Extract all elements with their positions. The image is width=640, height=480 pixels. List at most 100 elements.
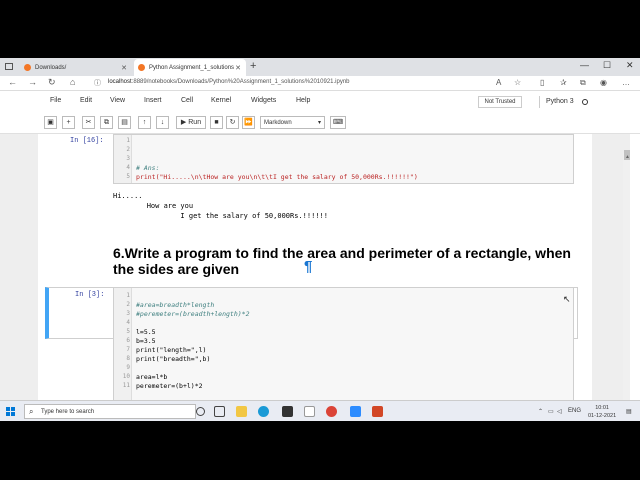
- cell-prompt: In [16]:: [70, 137, 104, 145]
- line-number: 1: [126, 137, 130, 144]
- info-icon[interactable]: ⓘ: [94, 78, 101, 88]
- move-up-icon[interactable]: ↑: [138, 116, 151, 129]
- url-input[interactable]: localhost:8889/notebooks/Downloads/Pytho…: [108, 79, 350, 85]
- close-window-icon[interactable]: ✕: [626, 60, 634, 71]
- line-number: 11: [122, 382, 130, 389]
- menu-insert[interactable]: Insert: [144, 97, 162, 104]
- forward-icon[interactable]: →: [28, 77, 37, 87]
- menu-cell[interactable]: Cell: [181, 97, 193, 104]
- close-icon[interactable]: ✕: [235, 64, 241, 72]
- browser-tab-bar: Downloads/ ✕ Python Assignment_1_solutio…: [0, 58, 640, 76]
- profile-icon[interactable]: ◉: [600, 78, 607, 87]
- code-line: b=3.5: [136, 337, 156, 345]
- zoom-icon[interactable]: [350, 406, 361, 417]
- cut-icon[interactable]: ✂: [82, 116, 95, 129]
- powerpoint-icon[interactable]: [372, 406, 383, 417]
- more-icon[interactable]: …: [622, 78, 630, 87]
- taskbar-search-input[interactable]: ⌕ Type here to search: [24, 404, 196, 419]
- restart-run-icon[interactable]: ⏩: [242, 116, 255, 129]
- markdown-heading: 6.Write a program to find the area and p…: [113, 245, 571, 277]
- screen: Downloads/ ✕ Python Assignment_1_solutio…: [0, 58, 640, 421]
- line-number: 2: [126, 301, 130, 308]
- code-line: print("length=",l): [136, 346, 207, 354]
- menu-edit[interactable]: Edit: [80, 97, 92, 104]
- code-line: area=l*b: [136, 373, 168, 381]
- insert-cell-icon[interactable]: +: [62, 116, 75, 129]
- kernel-name[interactable]: Python 3: [546, 98, 574, 105]
- stop-icon[interactable]: ■: [210, 116, 223, 129]
- scroll-up-icon[interactable]: ▲: [625, 154, 630, 160]
- close-icon[interactable]: ✕: [121, 64, 127, 72]
- line-number: 5: [126, 173, 130, 180]
- network-icon[interactable]: ▭: [548, 408, 554, 415]
- command-palette-icon[interactable]: ⌨: [330, 116, 346, 129]
- kernel-status-icon: [582, 99, 588, 105]
- cell-type-select[interactable]: Markdown ▾: [260, 116, 325, 129]
- volume-icon[interactable]: ◁: [557, 408, 562, 415]
- edge-icon[interactable]: [258, 406, 269, 417]
- language-indicator[interactable]: ENG: [568, 408, 581, 414]
- line-number: 7: [126, 346, 130, 353]
- chrome-icon[interactable]: [326, 406, 337, 417]
- jupyter-favicon-icon: [138, 64, 145, 71]
- notifications-icon[interactable]: ▤: [626, 408, 632, 415]
- back-icon[interactable]: ←: [8, 77, 17, 87]
- file-explorer-icon[interactable]: [236, 406, 247, 417]
- paste-icon[interactable]: ▤: [118, 116, 131, 129]
- code-line: #peremeter=(breadth+length)*2: [136, 310, 250, 318]
- menu-help[interactable]: Help: [296, 97, 310, 104]
- tab-downloads[interactable]: Downloads/ ✕: [20, 59, 132, 76]
- menu-widgets[interactable]: Widgets: [251, 97, 276, 104]
- refresh-icon[interactable]: ↻: [48, 77, 56, 88]
- menu-view[interactable]: View: [110, 97, 125, 104]
- line-number: 2: [126, 146, 130, 153]
- chevron-down-icon: ▾: [317, 120, 321, 126]
- windows-start-icon[interactable]: [6, 407, 16, 417]
- search-placeholder: Type here to search: [41, 409, 95, 415]
- copy-icon[interactable]: ⧉: [100, 116, 113, 129]
- store-icon[interactable]: [282, 406, 293, 417]
- cortana-icon[interactable]: [196, 407, 205, 416]
- restart-icon[interactable]: ↻: [226, 116, 239, 129]
- move-down-icon[interactable]: ↓: [156, 116, 169, 129]
- save-icon[interactable]: ▣: [44, 116, 57, 129]
- line-number: 3: [126, 155, 130, 162]
- anchor-link-icon[interactable]: ¶: [304, 258, 312, 275]
- minimize-icon[interactable]: —: [580, 60, 589, 70]
- tab-notebook[interactable]: Python Assignment_1_solutions ✕: [134, 59, 246, 76]
- new-tab-icon[interactable]: +: [250, 60, 256, 72]
- favorite-icon[interactable]: ☆: [514, 78, 521, 87]
- code-line: print("Hi.....\n\tHow are you\n\t\tI get…: [136, 173, 418, 181]
- favorites-bar-icon[interactable]: ✰: [560, 78, 567, 87]
- url-path: :8889/notebooks/Downloads/Python%20Assig…: [131, 79, 350, 85]
- code-cell-16[interactable]: 1 2 3 4 5 # Ans: print("Hi.....\n\tHow a…: [113, 134, 574, 184]
- code-line: print("breadth=",b): [136, 355, 211, 363]
- tray-chevron-icon[interactable]: ⌃: [538, 408, 543, 415]
- run-button[interactable]: ▶ Run: [176, 116, 206, 129]
- code-line: peremeter=(b+l)*2: [136, 382, 203, 390]
- vertical-scrollbar[interactable]: [623, 153, 630, 421]
- code-line: l=5.5: [136, 328, 156, 336]
- read-aloud-icon[interactable]: A: [496, 78, 501, 87]
- menu-kernel[interactable]: Kernel: [211, 97, 231, 104]
- search-icon: ⌕: [29, 407, 34, 416]
- task-view-icon[interactable]: [214, 406, 225, 417]
- line-number: 8: [126, 355, 130, 362]
- menu-file[interactable]: File: [50, 97, 61, 104]
- cell-type-value: Markdown: [264, 120, 292, 126]
- tab-actions-icon[interactable]: [5, 63, 13, 70]
- code-line: # Ans:: [136, 164, 160, 172]
- home-icon[interactable]: ⌂: [70, 77, 75, 87]
- collections-icon[interactable]: ⧉: [580, 78, 586, 88]
- address-bar: ← → ↻ ⌂ ⓘ localhost:8889/notebooks/Downl…: [0, 76, 640, 91]
- clock-date: 01-12-2021: [588, 413, 617, 419]
- line-number: 6: [126, 337, 130, 344]
- clock[interactable]: 10:01 01-12-2021: [588, 404, 616, 420]
- split-screen-icon[interactable]: ▯: [540, 78, 544, 87]
- line-number: 9: [126, 364, 130, 371]
- clock-time: 10:01: [595, 405, 609, 411]
- trust-status-button[interactable]: Not Trusted: [478, 96, 522, 108]
- tab-label: Python Assignment_1_solutions: [149, 64, 235, 71]
- notepad-icon[interactable]: [304, 406, 315, 417]
- maximize-icon[interactable]: ☐: [603, 60, 611, 71]
